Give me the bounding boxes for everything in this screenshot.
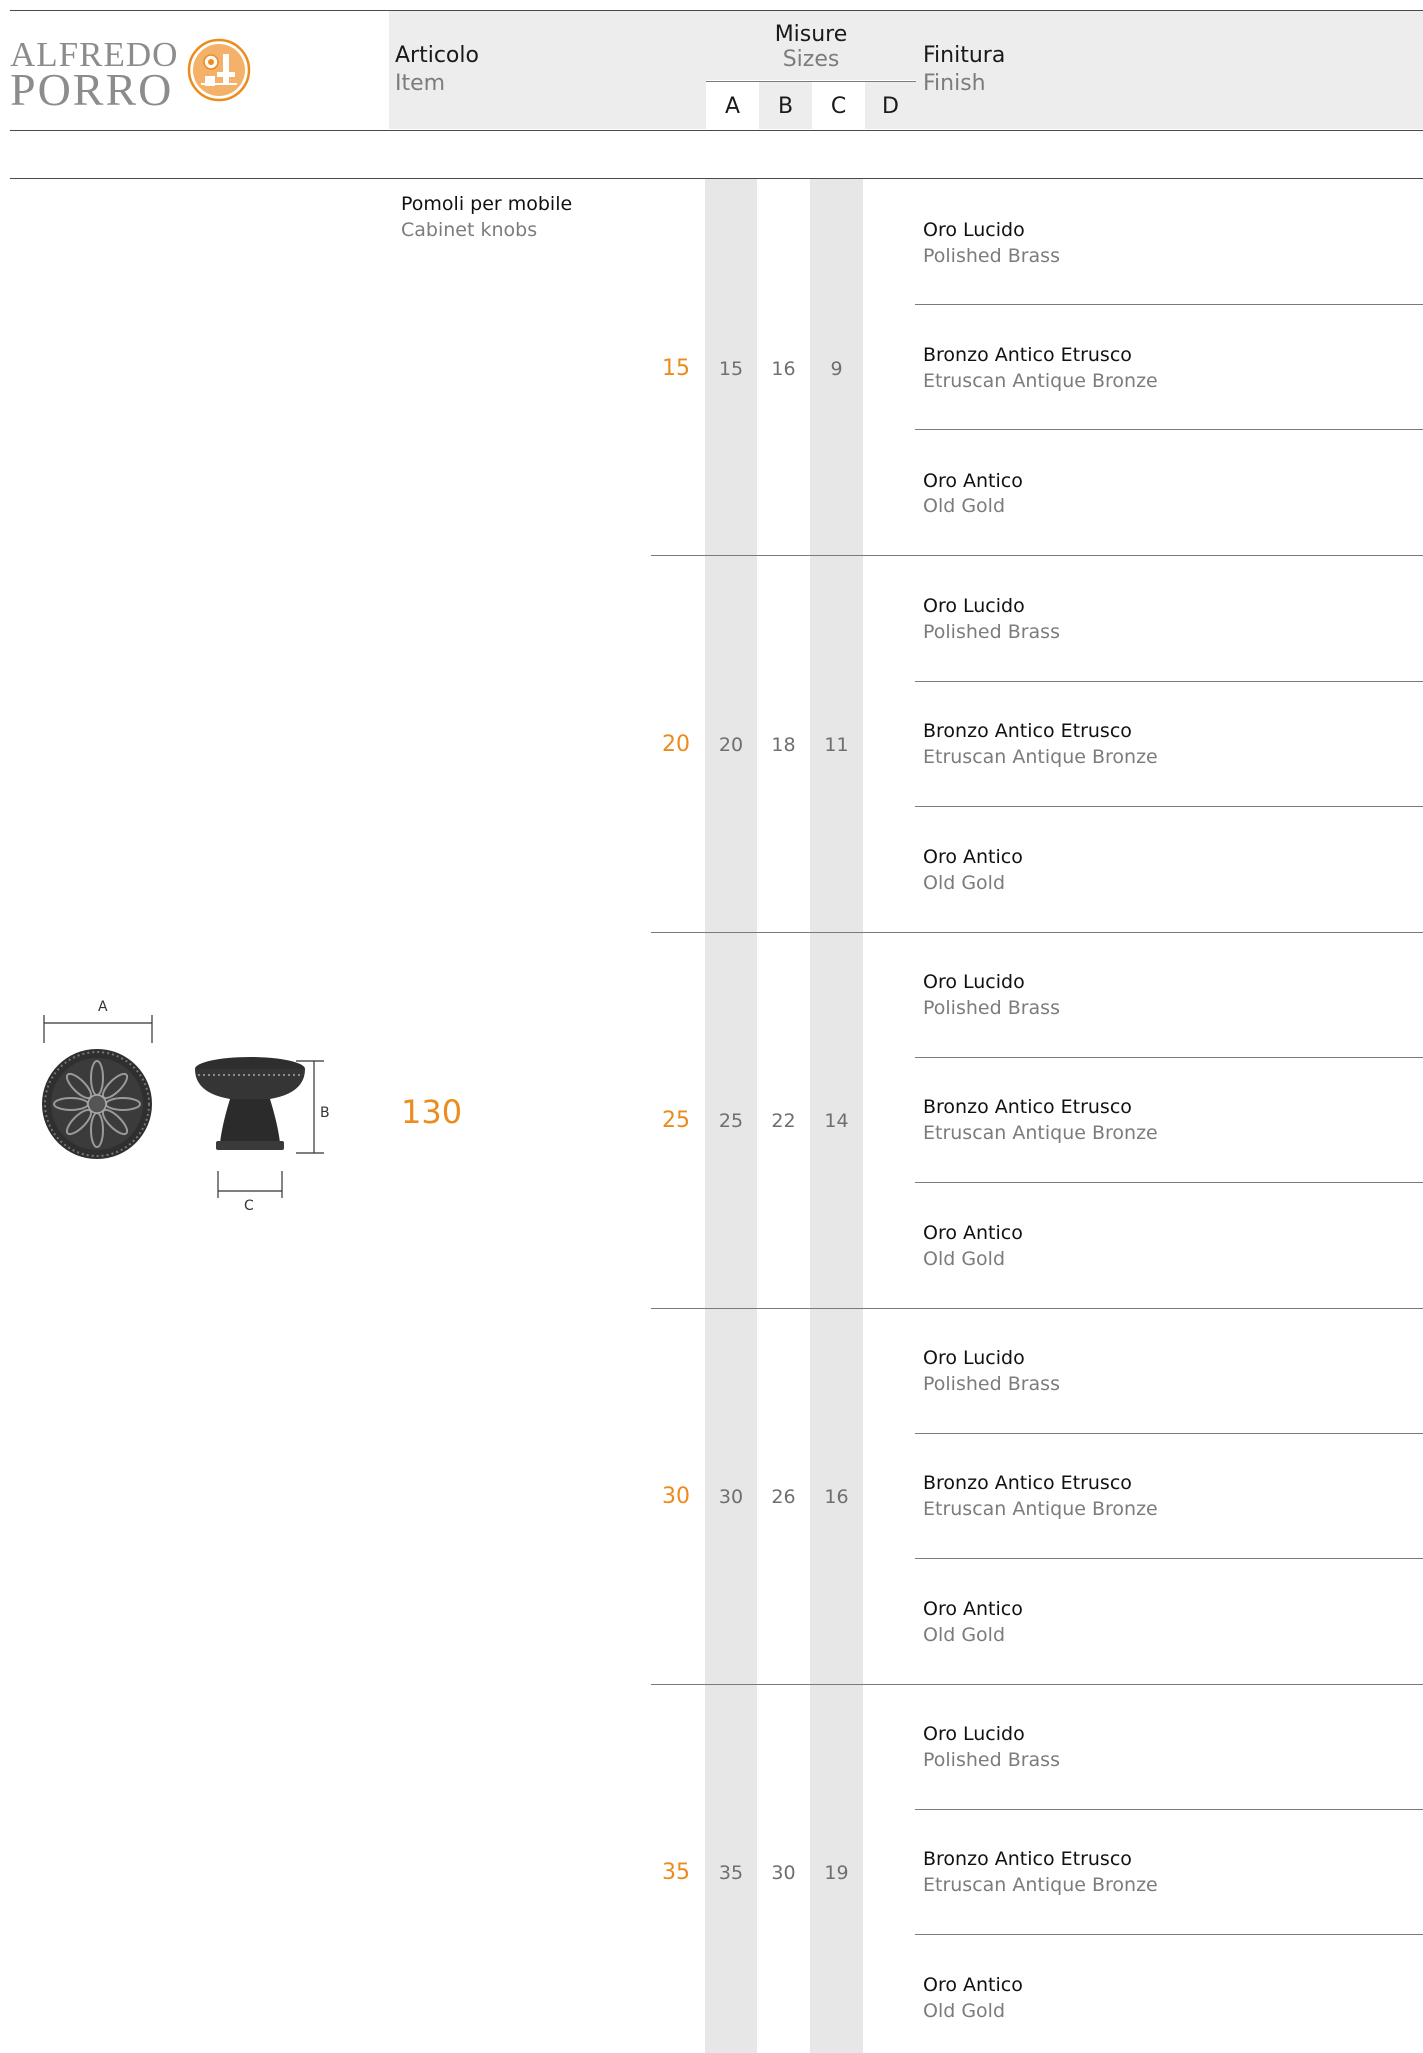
finish-name: Oro Lucido: [923, 1723, 1025, 1745]
finish-name-en: Polished Brass: [923, 997, 1060, 1019]
variant-code: 35: [662, 1860, 690, 1885]
dim-label-c: C: [244, 1198, 254, 1214]
finish-name: Oro Lucido: [923, 1347, 1025, 1369]
variant-size-c: 19: [824, 1862, 849, 1884]
variant-size-b: 18: [771, 734, 796, 756]
product-name-en: Cabinet knobs: [401, 219, 538, 241]
finish-name: Bronzo Antico Etrusco: [923, 1096, 1132, 1118]
knob-drawing: A B C: [30, 995, 340, 1225]
header-col-a: A: [724, 94, 741, 119]
variant-size-c: 11: [824, 734, 849, 756]
finish-name: Oro Antico: [923, 470, 1023, 492]
variant-size-b: 30: [771, 1862, 796, 1884]
finish-name-en: Etruscan Antique Bronze: [923, 746, 1158, 768]
variant-size-a: 15: [718, 358, 744, 380]
finish-name: Oro Lucido: [923, 971, 1025, 993]
finish-name-en: Old Gold: [923, 1248, 1006, 1270]
finish-name: Oro Antico: [923, 1974, 1023, 1996]
variant-size-c: 14: [824, 1110, 849, 1132]
finish-name: Oro Antico: [923, 846, 1023, 868]
variant-size-a: 20: [718, 734, 744, 756]
finish-name: Bronzo Antico Etrusco: [923, 1848, 1132, 1870]
finish-name-en: Polished Brass: [923, 1749, 1060, 1771]
brand-logo: ALFREDO PORRO: [10, 35, 270, 115]
finish-name: Oro Antico: [923, 1222, 1023, 1244]
finish-name: Bronzo Antico Etrusco: [923, 1472, 1132, 1494]
variant-code: 20: [662, 732, 690, 757]
finish-name-en: Polished Brass: [923, 245, 1060, 267]
header-item-label: Articolo: [395, 43, 479, 68]
header-sizes-sublabel: Sizes: [782, 47, 840, 72]
variant-code: 15: [662, 356, 690, 381]
dim-label-b: B: [320, 1105, 330, 1121]
finish-name: Bronzo Antico Etrusco: [923, 344, 1132, 366]
brand-line2: PORRO: [10, 64, 174, 115]
header-col-b: B: [777, 94, 794, 119]
finish-name: Oro Lucido: [923, 219, 1025, 241]
header-sizes-group: Misure Sizes A B C D: [706, 11, 916, 129]
finish-name-en: Etruscan Antique Bronze: [923, 370, 1158, 392]
header-finish-sublabel: Finish: [923, 71, 986, 96]
header-item-sublabel: Item: [395, 71, 446, 96]
finish-name-en: Polished Brass: [923, 621, 1060, 643]
finish-name-en: Etruscan Antique Bronze: [923, 1874, 1158, 1896]
finish-name-en: Old Gold: [923, 1624, 1006, 1646]
finish-name-en: Polished Brass: [923, 1373, 1060, 1395]
variant-size-b: 16: [771, 358, 796, 380]
variant-code: 25: [662, 1108, 690, 1133]
finish-name: Bronzo Antico Etrusco: [923, 720, 1132, 742]
knob-illustration: [42, 1015, 324, 1198]
product-code: 130: [401, 1093, 463, 1131]
product-name: Pomoli per mobile: [401, 193, 573, 215]
finish-name-en: Etruscan Antique Bronze: [923, 1498, 1158, 1520]
header-col-d: D: [882, 94, 899, 119]
finish-name-en: Etruscan Antique Bronze: [923, 1122, 1158, 1144]
finish-name-en: Old Gold: [923, 872, 1006, 894]
variant-size-a: 25: [718, 1110, 744, 1132]
variant-size-b: 22: [771, 1110, 796, 1132]
variant-size-b: 26: [771, 1486, 796, 1508]
brand-emblem-icon: [187, 38, 251, 102]
header-sizes-label: Misure: [774, 22, 848, 47]
finish-name-en: Old Gold: [923, 495, 1006, 517]
finish-name-en: Old Gold: [923, 2000, 1006, 2022]
variant-code: 30: [662, 1484, 690, 1509]
header-col-c: C: [830, 94, 847, 119]
finish-name: Oro Lucido: [923, 595, 1025, 617]
variant-size-a: 35: [718, 1862, 744, 1884]
variant-size-a: 30: [718, 1486, 744, 1508]
finish-name: Oro Antico: [923, 1598, 1023, 1620]
header-finish-label: Finitura: [923, 43, 1006, 68]
variant-size-c: 9: [830, 358, 843, 380]
variant-size-c: 16: [824, 1486, 849, 1508]
